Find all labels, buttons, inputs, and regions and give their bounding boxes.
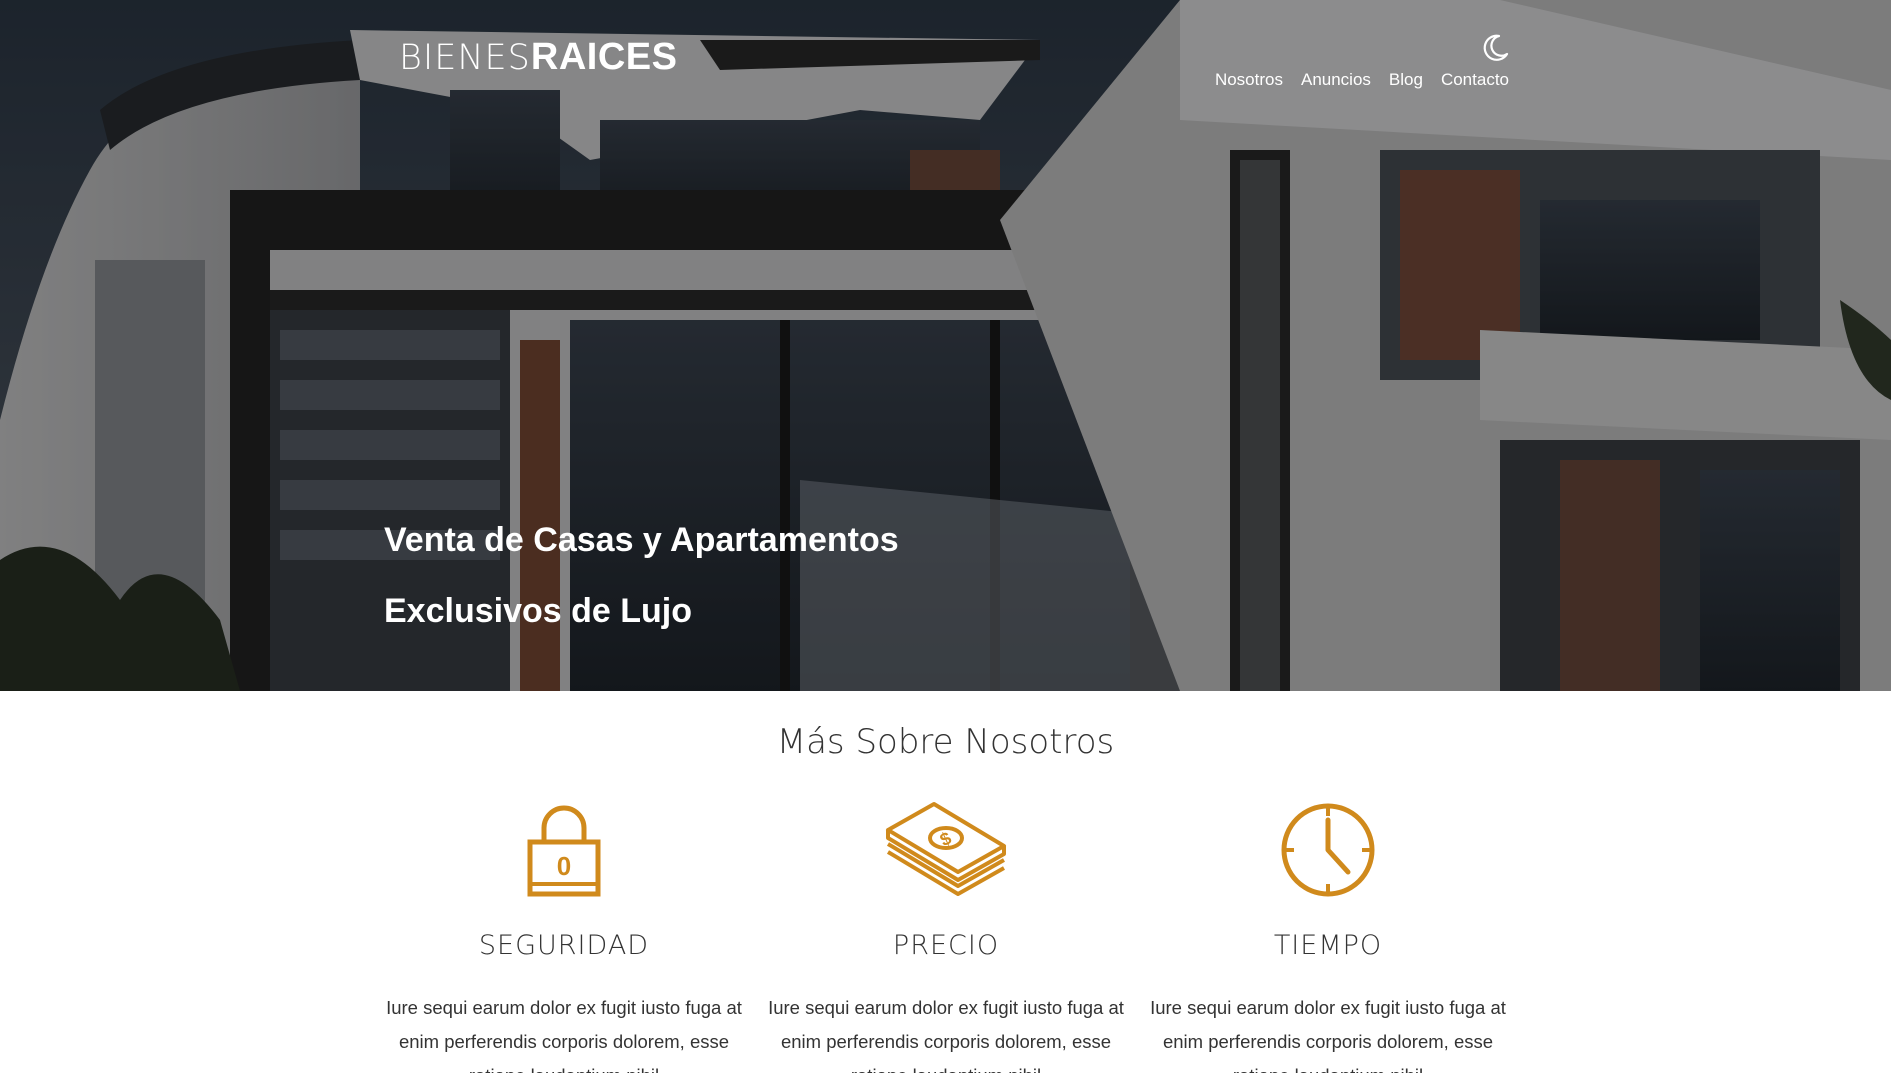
money-icon: $ bbox=[886, 802, 1006, 896]
nav-link-contacto[interactable]: Contacto bbox=[1441, 70, 1509, 90]
nav-link-blog[interactable]: Blog bbox=[1389, 70, 1423, 90]
feature-text: Iure sequi earum dolor ex fugit iusto fu… bbox=[386, 997, 742, 1073]
feature-title: PRECIO bbox=[892, 930, 1000, 961]
logo-bold-text: RAICES bbox=[530, 36, 678, 78]
site-logo[interactable]: BIENESRAICES bbox=[399, 36, 677, 79]
main-nav: Nosotros Anuncios Blog Contacto bbox=[1215, 70, 1509, 90]
hero-title: Venta de Casas y Apartamentos Exclusivos… bbox=[384, 521, 899, 630]
feature-seguridad: 0 SEGURIDAD Iure sequi earum dolor ex fu… bbox=[379, 800, 749, 1073]
moon-icon[interactable] bbox=[1480, 33, 1510, 63]
lock-icon: 0 bbox=[527, 805, 601, 897]
site-header: BIENESRAICES Nosotros Anuncios Blog Cont… bbox=[0, 0, 1891, 110]
nav-link-anuncios[interactable]: Anuncios bbox=[1301, 70, 1371, 90]
svg-text:0: 0 bbox=[557, 851, 571, 881]
hero-section: BIENESRAICES Nosotros Anuncios Blog Cont… bbox=[0, 0, 1891, 691]
feature-text: Iure sequi earum dolor ex fugit iusto fu… bbox=[768, 997, 1124, 1073]
about-section-title: Más Sobre Nosotros bbox=[776, 722, 1115, 762]
feature-title: TIEMPO bbox=[1273, 930, 1383, 961]
nav-link-nosotros[interactable]: Nosotros bbox=[1215, 70, 1283, 90]
feature-title: SEGURIDAD bbox=[478, 930, 650, 961]
feature-precio: $ PRECIO Iure sequi earum dolor ex fugit… bbox=[761, 800, 1131, 1073]
clock-icon bbox=[1281, 803, 1375, 897]
logo-light-text: BIENES bbox=[399, 38, 531, 78]
feature-tiempo: TIEMPO Iure sequi earum dolor ex fugit i… bbox=[1143, 800, 1513, 1073]
feature-text: Iure sequi earum dolor ex fugit iusto fu… bbox=[1150, 997, 1506, 1073]
